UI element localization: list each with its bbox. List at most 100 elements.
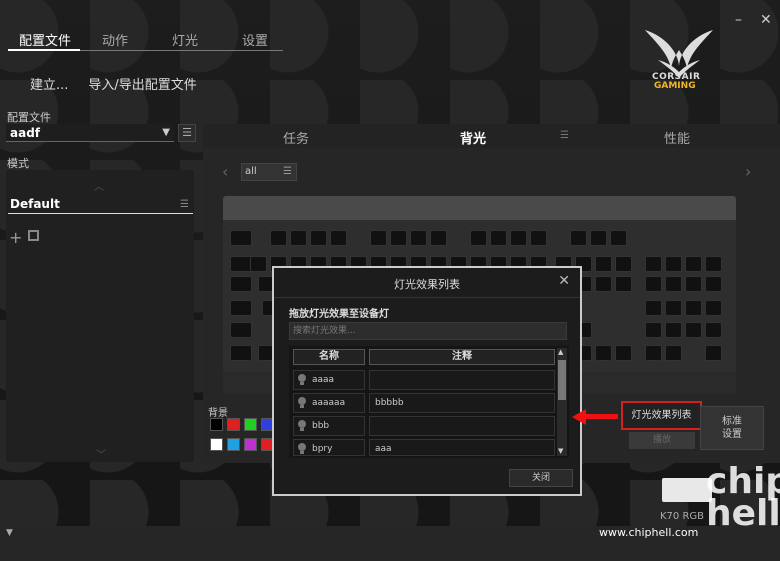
keyboard-key[interactable] xyxy=(705,300,722,316)
scroll-down-icon[interactable]: ▼ xyxy=(558,447,563,455)
keyboard-key[interactable] xyxy=(230,300,252,316)
keyboard-key[interactable] xyxy=(705,322,722,338)
tab-backlight[interactable]: 背光 xyxy=(460,128,486,147)
scroll-up-icon[interactable]: ▲ xyxy=(558,348,563,356)
keyboard-key[interactable] xyxy=(570,230,587,246)
keyboard-key[interactable] xyxy=(645,300,662,316)
mode-label: 模式 xyxy=(7,157,29,170)
create-profile-link[interactable]: 建立... xyxy=(30,74,68,93)
lighting-effects-button[interactable]: 灯光效果列表 xyxy=(621,401,702,430)
keyboard-key[interactable] xyxy=(595,276,612,292)
effect-row-name[interactable]: aaaaaa xyxy=(293,393,365,413)
profile-dropdown[interactable]: aadf ▼ xyxy=(6,124,174,142)
effect-row-name[interactable]: bpry xyxy=(293,439,365,456)
tab-tasks[interactable]: 任务 xyxy=(283,128,309,147)
keyboard-key[interactable] xyxy=(310,230,327,246)
tab-lighting[interactable]: 灯光 xyxy=(150,30,220,49)
keyboard-key[interactable] xyxy=(610,230,627,246)
keyboard-key[interactable] xyxy=(665,300,682,316)
keyboard-key[interactable] xyxy=(590,230,607,246)
collapse-icon[interactable]: ▼ xyxy=(6,528,13,538)
keyboard-device-icon[interactable] xyxy=(662,478,712,502)
keyboard-key[interactable] xyxy=(665,256,682,272)
effect-row-name[interactable]: aaaa xyxy=(293,370,365,390)
keyboard-key[interactable] xyxy=(230,230,252,246)
keyboard-key[interactable] xyxy=(665,276,682,292)
keyboard-key[interactable] xyxy=(685,322,702,338)
keyboard-key[interactable] xyxy=(645,256,662,272)
keyboard-key[interactable] xyxy=(705,276,722,292)
dialog-close-button[interactable]: 关闭 xyxy=(509,469,573,487)
import-mode-icon[interactable] xyxy=(28,230,39,241)
chevron-down-icon[interactable]: ﹀ xyxy=(96,446,106,461)
keyboard-key[interactable] xyxy=(390,230,407,246)
color-swatch[interactable] xyxy=(244,438,257,451)
bulb-icon xyxy=(298,374,306,385)
keyboard-key[interactable] xyxy=(615,345,632,361)
effect-row-note[interactable] xyxy=(369,370,555,390)
keyboard-key[interactable] xyxy=(685,300,702,316)
keyboard-key[interactable] xyxy=(665,345,682,361)
keyboard-key[interactable] xyxy=(430,230,447,246)
keyboard-key[interactable] xyxy=(645,276,662,292)
mode-item-default[interactable]: Default xyxy=(10,197,60,211)
keyboard-key[interactable] xyxy=(290,230,307,246)
keyboard-key[interactable] xyxy=(470,230,487,246)
brand-sub: GAMING xyxy=(654,81,696,91)
keyboard-key[interactable] xyxy=(665,322,682,338)
keyboard-key[interactable] xyxy=(410,230,427,246)
keyboard-key[interactable] xyxy=(230,276,252,292)
profile-menu-icon[interactable]: ☰ xyxy=(178,124,196,142)
color-swatch[interactable] xyxy=(210,438,223,451)
close-icon[interactable]: ✕ xyxy=(558,273,570,289)
filter-dropdown[interactable]: all ☰ xyxy=(241,163,297,181)
bulb-icon xyxy=(298,397,306,408)
effect-row-note[interactable]: aaa xyxy=(369,439,555,456)
keyboard-key[interactable] xyxy=(705,256,722,272)
mode-menu-icon[interactable]: ☰ xyxy=(180,199,189,210)
chevron-up-icon[interactable]: ︿ xyxy=(94,178,104,193)
backlight-menu-icon[interactable]: ☰ xyxy=(560,130,569,141)
effect-row-note[interactable]: bbbbb xyxy=(369,393,555,413)
keyboard-key[interactable] xyxy=(705,345,722,361)
keyboard-key[interactable] xyxy=(230,256,252,272)
keyboard-key[interactable] xyxy=(530,230,547,246)
dialog-divider xyxy=(274,297,580,298)
keyboard-key[interactable] xyxy=(595,345,612,361)
keyboard-key[interactable] xyxy=(330,230,347,246)
keyboard-key[interactable] xyxy=(370,230,387,246)
keyboard-key[interactable] xyxy=(645,345,662,361)
keyboard-key[interactable] xyxy=(270,230,287,246)
keyboard-key[interactable] xyxy=(685,276,702,292)
keyboard-key[interactable] xyxy=(645,322,662,338)
color-swatch[interactable] xyxy=(227,418,240,431)
tab-profile[interactable]: 配置文件 xyxy=(10,30,80,49)
keyboard-key[interactable] xyxy=(230,322,252,338)
keyboard-key[interactable] xyxy=(490,230,507,246)
standard-settings-button[interactable]: 标准 设置 xyxy=(700,406,764,450)
keyboard-key[interactable] xyxy=(595,256,612,272)
color-swatch[interactable] xyxy=(244,418,257,431)
tab-actions[interactable]: 动作 xyxy=(80,30,150,49)
add-mode-icon[interactable]: + xyxy=(9,228,22,247)
tab-performance[interactable]: 性能 xyxy=(664,128,690,147)
effect-row-name[interactable]: bbb xyxy=(293,416,365,436)
keyboard-key[interactable] xyxy=(250,256,267,272)
keyboard-key[interactable] xyxy=(615,276,632,292)
effect-row-note[interactable] xyxy=(369,416,555,436)
chevron-left-icon[interactable]: ‹ xyxy=(222,162,228,181)
close-window-button[interactable]: ✕ xyxy=(760,12,772,28)
keyboard-key[interactable] xyxy=(510,230,527,246)
keyboard-key[interactable] xyxy=(685,256,702,272)
tab-settings[interactable]: 设置 xyxy=(220,30,290,49)
keyboard-key[interactable] xyxy=(230,345,252,361)
scrollbar-thumb[interactable] xyxy=(558,360,566,400)
color-swatch[interactable] xyxy=(210,418,223,431)
keyboard-key[interactable] xyxy=(615,256,632,272)
chevron-right-icon[interactable]: › xyxy=(745,162,751,181)
color-swatch[interactable] xyxy=(227,438,240,451)
play-button[interactable]: 播放 xyxy=(629,432,695,449)
effects-search-input[interactable]: 搜索灯光效果... xyxy=(289,322,567,340)
minimize-button[interactable]: – xyxy=(735,12,742,28)
import-export-link[interactable]: 导入/导出配置文件 xyxy=(88,74,196,93)
